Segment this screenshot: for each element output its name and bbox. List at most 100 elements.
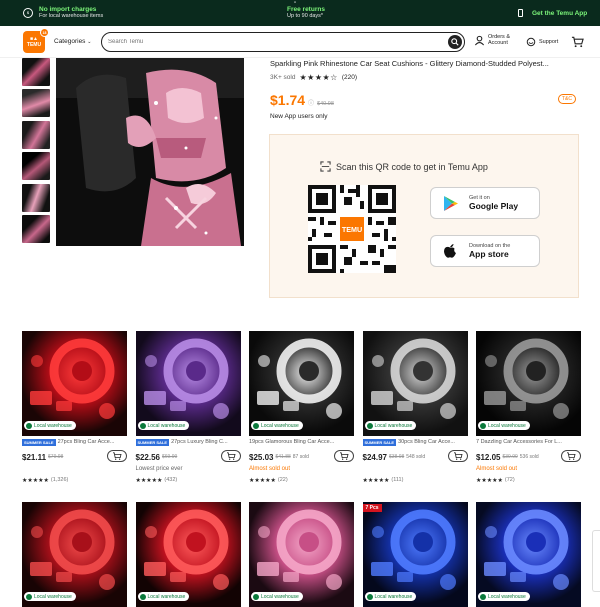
product-image[interactable]: Local warehouse <box>476 502 581 607</box>
orders-account[interactable]: Orders & Account <box>474 34 510 46</box>
product-card[interactable]: Local warehouse 7 Dazzling Car Accessorie… <box>476 331 581 484</box>
product-image[interactable]: Local warehouse <box>249 502 354 607</box>
add-to-cart-button[interactable] <box>107 450 127 462</box>
card-review-count: (72) <box>504 477 515 483</box>
cart-add-icon <box>340 452 349 460</box>
main-product-image[interactable] <box>56 58 244 246</box>
search-bar <box>101 32 465 52</box>
card-rating[interactable]: ★★★★★ (22) <box>249 476 354 484</box>
local-warehouse-badge: Local warehouse <box>137 421 190 430</box>
card-review-count: (22) <box>277 477 288 483</box>
product-card-title[interactable]: 7 Dazzling Car Accessories For L... <box>476 438 581 446</box>
card-rating[interactable]: ★★★★★ (111) <box>363 476 468 484</box>
card-title-text: 19pcs Glamorous Bling Car Acce... <box>249 439 335 445</box>
qr-code-image: TEMU <box>308 185 396 273</box>
thumbnail[interactable] <box>22 183 50 212</box>
local-warehouse-label: Local warehouse <box>261 593 299 600</box>
product-image[interactable]: Local warehouse <box>249 331 354 436</box>
warehouse-icon <box>253 593 259 600</box>
card-rating[interactable]: ★★★★★ (1,326) <box>22 476 127 484</box>
local-warehouse-label: Local warehouse <box>374 422 413 429</box>
thumbnail[interactable] <box>22 214 50 243</box>
truck-icon: ▫ <box>294 0 297 6</box>
support-link[interactable]: Support <box>526 37 558 47</box>
search-button[interactable] <box>448 35 462 49</box>
warehouse-icon <box>366 593 373 600</box>
product-title: Sparkling Pink Rhinestone Car Seat Cushi… <box>270 59 549 68</box>
warehouse-icon <box>480 422 486 429</box>
product-card[interactable]: Local warehouse <box>249 502 354 607</box>
card-rating[interactable]: ★★★★★ (72) <box>476 476 581 484</box>
categories-menu[interactable]: Categories ⌄ <box>54 38 91 45</box>
site-header: ■▲TEMU 18 Categories ⌄ Orders &Account S… <box>0 26 600 58</box>
info-icon[interactable]: ⓘ <box>308 98 314 107</box>
product-image[interactable]: Local warehouse <box>22 502 127 607</box>
search-icon <box>451 38 459 46</box>
temu-logo[interactable]: ■▲ TEMU 18 <box>23 28 49 53</box>
product-card[interactable]: 7 Pcs Local warehouse <box>362 502 468 607</box>
product-card[interactable]: Local warehouse SUMMER SALE 27pcs Bling Ca… <box>22 331 127 484</box>
thumbnail[interactable] <box>22 58 50 86</box>
product-card[interactable]: Local warehouse <box>135 502 241 607</box>
local-warehouse-badge: Local warehouse <box>251 421 303 430</box>
card-old-price: $39.99 <box>502 454 518 460</box>
cart-button[interactable] <box>571 36 584 48</box>
qr-title-row: Scan this QR code to get in Temu App <box>320 161 488 172</box>
review-count[interactable]: (220) <box>342 74 357 81</box>
add-to-cart-button[interactable] <box>334 450 354 462</box>
add-to-cart-button[interactable] <box>561 450 581 462</box>
card-review-count: (432) <box>164 477 178 483</box>
star-rating[interactable]: ★★★★☆ <box>299 73 337 82</box>
add-to-cart-button[interactable] <box>220 450 241 462</box>
card-sold: 548 sold <box>406 454 426 460</box>
user-icon <box>474 35 485 45</box>
phone-icon <box>518 9 523 17</box>
free-returns[interactable]: ▫ Free returns Up to 90 days* <box>287 0 325 19</box>
new-users-note: New App users only <box>270 113 328 120</box>
search-input[interactable] <box>108 39 428 45</box>
card-old-price: $38.98 <box>388 454 405 460</box>
support-icon <box>526 37 536 47</box>
product-card[interactable]: Local warehouse 19pcs Glamorous Bling Car… <box>249 331 354 484</box>
summer-sale-badge: SUMMER SALE <box>135 438 170 446</box>
thumbnail[interactable] <box>22 152 50 181</box>
warehouse-icon <box>480 593 486 600</box>
app-qr-panel: Scan this QR code to get in Temu App TEM… <box>269 134 579 298</box>
thumbnail[interactable] <box>22 120 50 149</box>
sold-count: 3K+ sold <box>270 74 296 81</box>
product-image[interactable]: Local warehouse <box>362 331 468 436</box>
thumbnail-strip <box>22 58 52 246</box>
product-card[interactable]: Local warehouse <box>476 502 581 607</box>
card-stars: ★★★★★ <box>362 477 390 484</box>
tc-link[interactable]: T&C <box>558 94 576 104</box>
cart-add-icon <box>113 452 122 460</box>
local-warehouse-badge: Local warehouse <box>478 421 530 430</box>
apple-icon <box>444 244 456 258</box>
product-card-title[interactable]: SUMMER SALE 27pcs Bling Car Acce... <box>22 438 127 446</box>
card-rating[interactable]: ★★★★★ (432) <box>136 476 241 484</box>
card-price-row: $21.11 $79.98 <box>22 450 127 463</box>
car-seat-illustration <box>56 58 244 246</box>
thumbnail[interactable] <box>22 89 50 118</box>
product-card-title[interactable]: SUMMER SALE 27pcs Luxury Bling C... <box>135 438 241 446</box>
get-app-link[interactable]: Get the Temu App <box>518 9 587 17</box>
product-image[interactable]: Local warehouse <box>476 331 581 436</box>
product-image[interactable]: 7 Pcs Local warehouse <box>362 502 468 607</box>
app-store-button[interactable]: Download on the App store <box>430 235 540 267</box>
categories-label: Categories <box>54 38 86 45</box>
side-float-panel[interactable] <box>592 530 600 592</box>
no-import-charges[interactable]: $ No import charges For local warehouse … <box>23 6 103 19</box>
add-to-cart-button[interactable] <box>447 450 468 462</box>
product-image[interactable]: Local warehouse <box>135 331 241 436</box>
product-card-title[interactable]: SUMMER SALE 30pcs Bling Car Acce... <box>362 438 468 446</box>
card-old-price: $69.99 <box>161 454 178 460</box>
product-card[interactable]: Local warehouse <box>22 502 127 607</box>
product-image[interactable]: Local warehouse <box>135 502 241 607</box>
original-price: $40.98 <box>317 101 334 107</box>
warehouse-icon <box>139 422 146 429</box>
google-play-button[interactable]: Get it on Google Play <box>430 187 540 219</box>
product-card-title[interactable]: 19pcs Glamorous Bling Car Acce... <box>249 438 354 446</box>
product-card[interactable]: Local warehouse SUMMER SALE 27pcs Luxury B… <box>135 331 241 484</box>
product-card[interactable]: Local warehouse SUMMER SALE 30pcs Bling Ca… <box>362 331 468 484</box>
product-image[interactable]: Local warehouse <box>22 331 127 436</box>
